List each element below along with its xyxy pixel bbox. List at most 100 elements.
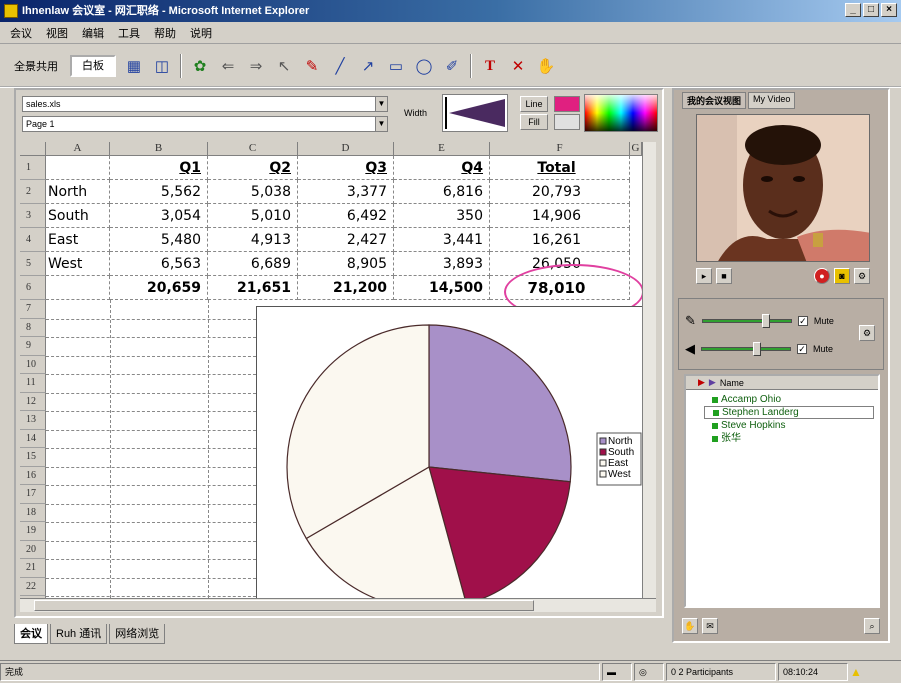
participant-list[interactable]: ▶ ▶ Name Accamp Ohio Stephen Landerg Ste… [684,374,880,608]
participant-item[interactable]: 张华 [686,432,878,445]
participant-item[interactable]: Steve Hopkins [686,419,878,432]
text-icon[interactable]: T [480,56,500,76]
row-header[interactable]: 1 [20,156,46,180]
total-cell[interactable]: 20,659 [110,276,208,300]
data-cell[interactable]: 5,480 [110,228,208,252]
row-header[interactable]: 20 [20,540,46,559]
highlighter-icon[interactable]: ✐ [442,56,462,76]
data-cell[interactable]: 3,441 [394,228,490,252]
cell[interactable] [46,276,110,300]
data-cell[interactable]: 5,038 [208,180,298,204]
row-label[interactable]: South [46,204,110,228]
view-mode-button[interactable]: 全景共用 [10,56,62,76]
menu-item[interactable]: 说明 [190,25,212,41]
data-cell[interactable]: 4,913 [208,228,298,252]
row-header[interactable]: 18 [20,503,46,522]
horizontal-scrollbar[interactable] [20,598,656,612]
column-header[interactable]: A [46,142,110,156]
total-cell[interactable]: 14,500 [394,276,490,300]
color-palette[interactable] [584,94,658,132]
row-header[interactable]: 21 [20,559,46,578]
row-header[interactable]: 15 [20,448,46,467]
data-cell[interactable]: 5,562 [110,180,208,204]
minimize-button[interactable]: _ [845,3,861,17]
total-cell[interactable]: 14,906 [490,204,630,228]
row-header[interactable]: 7 [20,300,46,319]
row-header[interactable]: 11 [20,374,46,393]
data-cell[interactable]: 6,689 [208,252,298,276]
file-select[interactable]: sales.xls ▼ [22,96,388,112]
menu-item[interactable]: 帮助 [154,25,176,41]
pie-chart[interactable]: North South East West [256,306,642,598]
stop-icon[interactable]: ■ [716,268,732,284]
chevron-down-icon[interactable]: ▼ [375,97,387,111]
row-header[interactable]: 9 [20,337,46,356]
scrollbar-thumb[interactable] [34,600,534,611]
row-header[interactable]: 14 [20,429,46,448]
total-cell[interactable]: 20,793 [490,180,630,204]
pen-icon[interactable]: ✎ [302,56,322,76]
data-cell[interactable]: 6,563 [110,252,208,276]
row-header[interactable]: 8 [20,318,46,337]
tab-browse[interactable]: 网络浏览 [109,624,166,644]
chevron-down-icon[interactable]: ▼ [375,117,387,131]
invite-icon[interactable]: ✉ [702,618,718,634]
tab-meeting-view[interactable]: 我的会议视图 [682,92,747,109]
rect-icon[interactable]: ▭ [386,56,406,76]
row-header[interactable]: 17 [20,485,46,504]
search-icon[interactable]: ⌕ [864,618,880,634]
menu-item[interactable]: 工具 [118,25,140,41]
mic-mute-checkbox[interactable]: ✓ [797,316,808,326]
column-header[interactable]: D [298,142,394,156]
data-cell[interactable]: 3,893 [394,252,490,276]
line-color-button[interactable]: Line [520,96,548,112]
page-select[interactable]: Page 1 ▼ [22,116,388,132]
tab-my-video[interactable]: My Video [748,92,796,109]
line-width-preview[interactable] [442,94,508,132]
row-header[interactable]: 5 [20,252,46,276]
forward-arrow-icon[interactable]: ⇒ [246,56,266,76]
eraser-icon[interactable]: ✕ [508,56,528,76]
column-title[interactable]: Total [490,156,630,180]
column-title[interactable]: Q2 [208,156,298,180]
row-header[interactable]: 13 [20,411,46,430]
line-icon[interactable]: ╱ [330,56,350,76]
row-header[interactable]: 19 [20,522,46,541]
vertical-scrollbar[interactable] [642,142,656,598]
maximize-button[interactable]: □ [863,3,879,17]
tab-meeting[interactable]: 会议 [14,624,48,644]
data-cell[interactable]: 5,010 [208,204,298,228]
data-cell[interactable]: 8,905 [298,252,394,276]
total-cell[interactable]: 21,200 [298,276,394,300]
data-cell[interactable]: 6,816 [394,180,490,204]
row-header[interactable]: 12 [20,392,46,411]
page-field[interactable]: 白板 [70,55,116,77]
pie-slice-north[interactable] [428,324,572,483]
fill-color-swatch[interactable] [554,114,580,130]
cell[interactable] [46,156,110,180]
mic-volume-slider[interactable] [701,314,792,328]
data-cell[interactable]: 350 [394,204,490,228]
row-header[interactable]: 16 [20,466,46,485]
frame-icon[interactable]: ◫ [152,56,172,76]
audio-settings-icon[interactable]: ⚙ [859,325,875,341]
tab-chat[interactable]: Ruh 通讯 [50,624,108,644]
hand-icon[interactable]: ✋ [536,56,556,76]
menu-item[interactable]: 会议 [10,25,32,41]
menu-item[interactable]: 视图 [46,25,68,41]
raise-hand-icon[interactable]: ✋ [682,618,698,634]
record-icon[interactable]: ● [814,268,830,284]
participant-item[interactable]: Stephen Landerg [704,406,874,419]
back-arrow-icon[interactable]: ⇐ [218,56,238,76]
speaker-mute-checkbox[interactable]: ✓ [797,344,807,354]
sheet-corner[interactable] [20,142,46,156]
column-header[interactable]: C [208,142,298,156]
snapshot-icon[interactable]: ◙ [834,268,850,284]
row-header[interactable]: 2 [20,180,46,204]
row-label[interactable]: West [46,252,110,276]
data-cell[interactable]: 2,427 [298,228,394,252]
data-cell[interactable]: 6,492 [298,204,394,228]
play-icon[interactable]: ▸ [696,268,712,284]
data-cell[interactable]: 3,054 [110,204,208,228]
row-header[interactable]: 10 [20,355,46,374]
